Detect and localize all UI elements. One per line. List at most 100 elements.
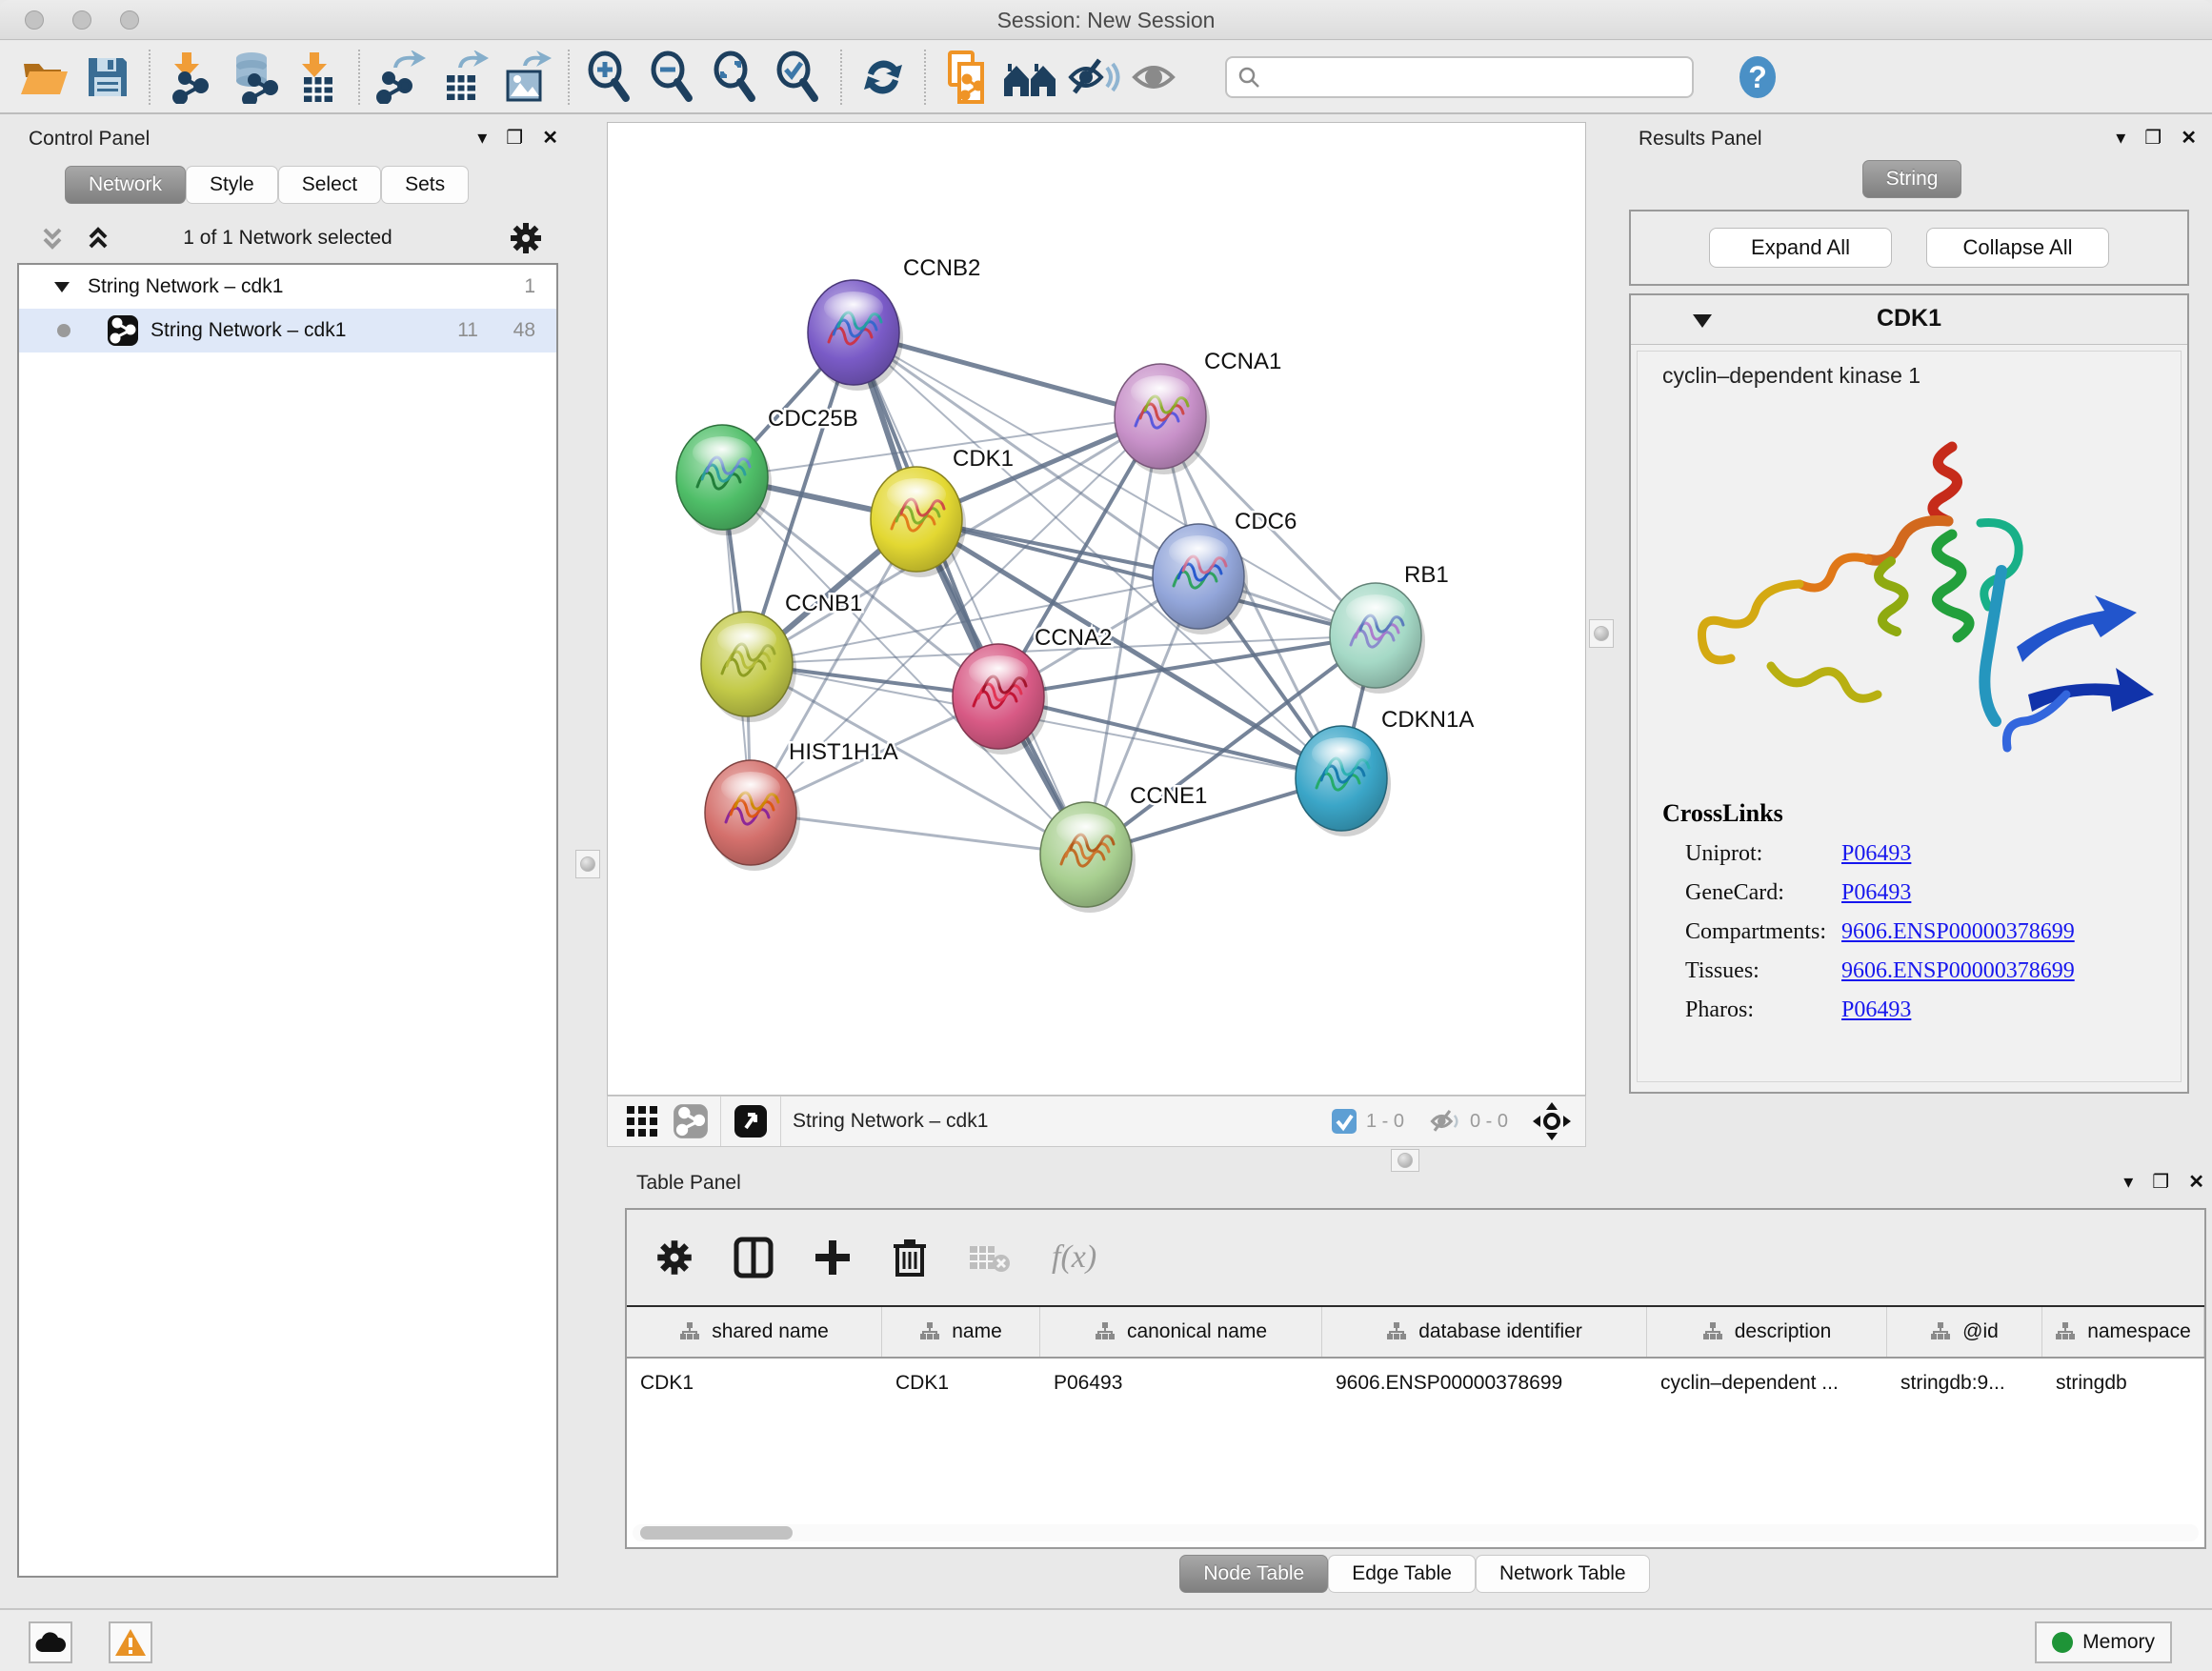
refresh-button[interactable] xyxy=(852,48,915,107)
panel-float-icon[interactable]: ❐ xyxy=(2144,126,2162,150)
export-network-button[interactable] xyxy=(370,48,432,107)
options-gear-icon[interactable] xyxy=(509,221,543,255)
copy-network-button[interactable] xyxy=(935,48,998,107)
collapse-all-button[interactable]: Collapse All xyxy=(1926,228,2109,268)
first-neighbors-button[interactable] xyxy=(998,48,1061,107)
crosslink-link[interactable]: P06493 xyxy=(1841,841,1911,867)
right-splitter-handle[interactable] xyxy=(1589,619,1614,648)
panel-float-icon[interactable]: ❐ xyxy=(2152,1170,2169,1194)
network-collection-row[interactable]: String Network – cdk1 1 xyxy=(19,265,556,309)
birdseye-view-icon[interactable] xyxy=(733,1103,769,1139)
hide-selected-button[interactable] xyxy=(1061,48,1124,107)
tab-network[interactable]: Network xyxy=(65,166,186,204)
tab-select[interactable]: Select xyxy=(278,166,381,204)
table-cell[interactable]: CDK1 xyxy=(627,1359,882,1408)
function-builder-icon[interactable]: f(x) xyxy=(1052,1239,1096,1276)
left-splitter-handle[interactable] xyxy=(575,850,600,878)
zoom-out-button[interactable] xyxy=(642,48,705,107)
show-all-button[interactable] xyxy=(1124,48,1187,107)
expand-all-button[interactable]: Expand All xyxy=(1709,228,1892,268)
node-CDKN1A[interactable]: CDKN1A xyxy=(1296,707,1474,836)
search-input[interactable] xyxy=(1261,66,1661,88)
export-table-button[interactable] xyxy=(432,48,495,107)
panel-close-icon[interactable]: ✕ xyxy=(2181,126,2197,150)
add-column-icon[interactable] xyxy=(814,1238,852,1277)
edge-HIST1H1A-CCNE1[interactable] xyxy=(751,813,1086,855)
horizontal-scrollbar[interactable] xyxy=(633,1524,2199,1541)
column-header-namespace[interactable]: namespace xyxy=(2042,1307,2204,1357)
tab-style[interactable]: Style xyxy=(186,166,278,204)
panel-float-icon[interactable]: ❐ xyxy=(506,126,523,150)
grid-view-icon[interactable] xyxy=(625,1104,659,1138)
help-button[interactable]: ? xyxy=(1726,48,1789,107)
table-cell[interactable]: stringdb xyxy=(2042,1359,2204,1408)
tree-expander-icon[interactable] xyxy=(51,276,72,297)
tab-edge-table[interactable]: Edge Table xyxy=(1328,1555,1476,1593)
crosslink-link[interactable]: P06493 xyxy=(1841,880,1911,906)
zoom-in-button[interactable] xyxy=(579,48,642,107)
zoom-fit-button[interactable] xyxy=(705,48,768,107)
network-view-icon[interactable] xyxy=(673,1103,709,1139)
delete-column-icon[interactable] xyxy=(892,1237,928,1278)
node-label-HIST1H1A: HIST1H1A xyxy=(789,739,898,765)
save-session-button[interactable] xyxy=(76,48,139,107)
tab-string[interactable]: String xyxy=(1862,160,1962,198)
crosslink-row: Uniprot:P06493 xyxy=(1662,841,2171,867)
cloud-status-button[interactable] xyxy=(29,1621,72,1663)
node-CCNE1[interactable]: CCNE1 xyxy=(1040,783,1207,913)
edge-CCNB2-CCNE1[interactable] xyxy=(854,332,1086,855)
selected-checkbox-icon[interactable] xyxy=(1330,1107,1358,1136)
table-cell[interactable]: 9606.ENSP00000378699 xyxy=(1322,1359,1647,1408)
import-table-button[interactable] xyxy=(286,48,349,107)
node-HIST1H1A[interactable]: HIST1H1A xyxy=(705,739,898,871)
column-header-canonical-name[interactable]: canonical name xyxy=(1040,1307,1322,1357)
node-CDK1[interactable]: CDK1 xyxy=(871,446,1014,577)
zoom-selected-icon xyxy=(773,50,826,104)
crosslink-link[interactable]: P06493 xyxy=(1841,997,1911,1023)
table-cell[interactable]: CDK1 xyxy=(882,1359,1040,1408)
open-session-button[interactable] xyxy=(13,48,76,107)
tab-sets[interactable]: Sets xyxy=(381,166,469,204)
panel-close-icon[interactable]: ✕ xyxy=(542,126,558,150)
column-header-id[interactable]: @id xyxy=(1887,1307,2042,1357)
zoom-selected-button[interactable] xyxy=(768,48,831,107)
export-image-button[interactable] xyxy=(495,48,558,107)
column-header-description[interactable]: description xyxy=(1647,1307,1887,1357)
node-CCNA1[interactable]: CCNA1 xyxy=(1115,349,1281,474)
panel-close-icon[interactable]: ✕ xyxy=(2188,1170,2204,1194)
panel-menu-icon[interactable]: ▾ xyxy=(477,126,487,150)
network-canvas[interactable]: CCNB2CCNA1CDC25BCDK1CDC6RB1CCNB1CCNA2CDK… xyxy=(607,122,1586,1096)
show-columns-icon[interactable] xyxy=(734,1237,774,1278)
crosslink-link[interactable]: 9606.ENSP00000378699 xyxy=(1841,958,2075,984)
table-cell[interactable]: stringdb:9... xyxy=(1887,1359,2042,1408)
table-row[interactable]: CDK1CDK1P064939606.ENSP00000378699cyclin… xyxy=(627,1359,2204,1408)
network-graph[interactable]: CCNB2CCNA1CDC25BCDK1CDC6RB1CCNB1CCNA2CDK… xyxy=(608,123,1585,1095)
import-network-from-database-button[interactable] xyxy=(223,48,286,107)
scrollbar-thumb[interactable] xyxy=(640,1526,793,1540)
crosslink-link[interactable]: 9606.ENSP00000378699 xyxy=(1841,919,2075,945)
column-header-name[interactable]: name xyxy=(882,1307,1040,1357)
column-header-database-identifier[interactable]: database identifier xyxy=(1322,1307,1647,1357)
network-row[interactable]: String Network – cdk1 11 48 xyxy=(19,309,556,352)
memory-button[interactable]: Memory xyxy=(2035,1621,2172,1663)
warnings-button[interactable] xyxy=(109,1621,152,1663)
tab-network-table[interactable]: Network Table xyxy=(1476,1555,1650,1593)
table-cell[interactable]: cyclin–dependent ... xyxy=(1647,1359,1887,1408)
delete-table-icon[interactable] xyxy=(968,1240,1012,1275)
node-RB1[interactable]: RB1 xyxy=(1330,562,1449,694)
node-CDC6[interactable]: CDC6 xyxy=(1153,509,1297,634)
panel-menu-icon[interactable]: ▾ xyxy=(2116,126,2125,150)
hidden-eye-icon[interactable] xyxy=(1428,1106,1462,1137)
import-network-button[interactable] xyxy=(160,48,223,107)
panel-menu-icon[interactable]: ▾ xyxy=(2123,1170,2133,1194)
network-list-toolbar: 1 of 1 Network selected xyxy=(10,213,566,263)
table-panel-header: Table Panel ▾ ❐ ✕ xyxy=(617,1166,2212,1204)
table-cell[interactable]: P06493 xyxy=(1040,1359,1322,1408)
fit-content-icon[interactable] xyxy=(1532,1101,1572,1141)
node-entry-header[interactable]: CDK1 xyxy=(1631,295,2187,345)
node-CDC25B[interactable]: CDC25B xyxy=(676,406,858,535)
search-box[interactable] xyxy=(1225,56,1694,98)
tab-node-table[interactable]: Node Table xyxy=(1179,1555,1328,1593)
column-header-shared-name[interactable]: shared name xyxy=(627,1307,882,1357)
table-gear-icon[interactable] xyxy=(655,1238,694,1277)
